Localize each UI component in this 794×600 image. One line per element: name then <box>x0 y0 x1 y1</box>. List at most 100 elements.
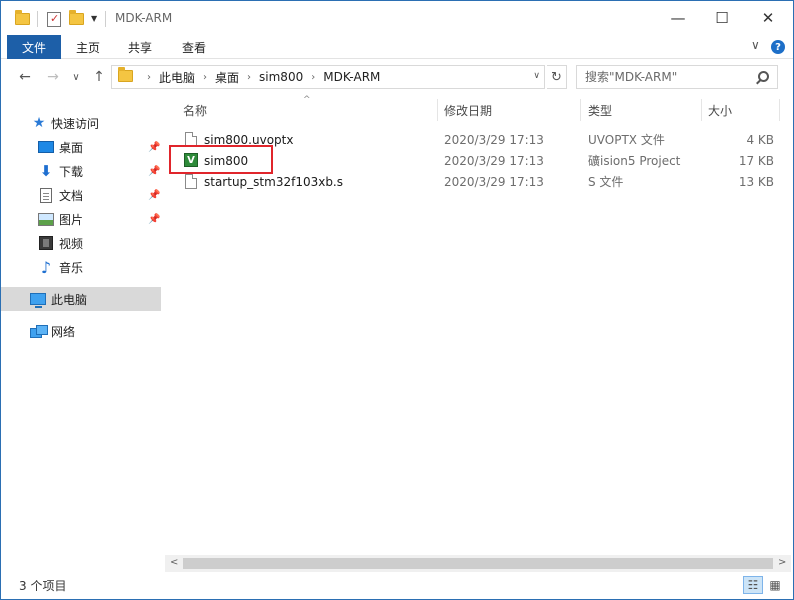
chevron-right-icon: › <box>247 71 252 83</box>
nav-label: 网络 <box>51 324 76 339</box>
nav-label: 视频 <box>59 236 84 251</box>
column-headers: 名称 修改日期 类型 大小 <box>165 99 793 121</box>
properties-icon[interactable] <box>47 10 61 28</box>
divider <box>105 11 106 27</box>
recent-locations-button[interactable]: ∨ <box>69 67 83 87</box>
nav-label: 音乐 <box>59 260 84 275</box>
network-icon <box>30 324 48 338</box>
file-row-startup-stm32f103xb[interactable]: startup_stm32f103xb.s 2020/3/29 17:13 S … <box>179 171 779 192</box>
desktop-icon <box>38 140 54 154</box>
ribbon-tabs: 文件 主页 共享 查看 ∨ ? <box>1 35 793 59</box>
nav-label: 图片 <box>59 212 84 227</box>
breadcrumb: › 此电脑 › 桌面 › sim800 › MDK-ARM <box>118 66 380 88</box>
tab-share[interactable]: 共享 <box>117 35 163 59</box>
search-input[interactable] <box>585 69 755 85</box>
file-size: 17 KB <box>738 153 774 168</box>
breadcrumb-desktop[interactable]: 桌面 <box>215 69 239 86</box>
file-icon <box>185 174 197 189</box>
breadcrumb-sim800[interactable]: sim800 <box>259 70 303 84</box>
customize-toolbar-icon[interactable]: ▼ <box>91 14 97 23</box>
minimize-button[interactable]: — <box>655 1 701 35</box>
folder-icon <box>118 66 133 85</box>
close-button[interactable]: ✕ <box>745 1 791 35</box>
help-icon[interactable]: ? <box>771 40 785 54</box>
scroll-left-icon[interactable]: < <box>170 557 178 568</box>
download-icon: ⬇ <box>39 162 53 180</box>
column-divider[interactable] <box>779 99 780 121</box>
nav-label: 文档 <box>59 188 84 203</box>
item-count: 3 个项目 <box>19 579 67 593</box>
explorer-window: ▼ MDK-ARM — ☐ ✕ 文件 主页 共享 查看 ∨ ? ← → ∨ ↑ … <box>0 0 794 600</box>
column-header-size[interactable]: 大小 <box>708 99 778 121</box>
chevron-right-icon: › <box>311 71 316 83</box>
address-row: ← → ∨ ↑ › 此电脑 › 桌面 › sim800 › MDK-ARM ∨ … <box>1 59 793 95</box>
large-icons-view-icon[interactable]: ▦ <box>765 576 785 594</box>
folder-icon <box>15 10 30 28</box>
status-bar: 3 个项目 ☷ ▦ <box>1 573 793 599</box>
breadcrumb-this-pc[interactable]: 此电脑 <box>159 69 195 86</box>
highlight-annotation-box <box>169 145 273 174</box>
address-bar[interactable]: › 此电脑 › 桌面 › sim800 › MDK-ARM ∨ <box>111 65 545 89</box>
nav-item-downloads[interactable]: ⬇ 下载 📌 <box>1 159 161 183</box>
up-button[interactable]: ↑ <box>89 67 109 87</box>
nav-label: 桌面 <box>59 140 84 155</box>
file-type: 礦ision5 Project <box>588 154 681 168</box>
nav-item-desktop[interactable]: 桌面 📌 <box>1 135 161 159</box>
pin-icon[interactable]: 📌 <box>148 190 160 201</box>
nav-item-documents[interactable]: 文档 📌 <box>1 183 161 207</box>
forward-button[interactable]: → <box>43 67 63 87</box>
column-header-name[interactable]: 名称 <box>183 99 437 121</box>
search-icon[interactable] <box>758 71 769 82</box>
file-date: 2020/3/29 17:13 <box>444 174 544 189</box>
breadcrumb-mdk-arm[interactable]: MDK-ARM <box>323 70 380 84</box>
file-size: 13 KB <box>738 174 774 189</box>
horizontal-scrollbar[interactable]: < > <box>165 555 791 572</box>
star-icon: ★ <box>32 115 46 131</box>
divider <box>37 11 38 27</box>
column-header-date[interactable]: 修改日期 <box>444 99 580 121</box>
new-folder-icon[interactable] <box>69 10 84 28</box>
maximize-button[interactable]: ☐ <box>699 1 745 35</box>
file-type: UVOPTX 文件 <box>588 133 665 147</box>
file-type: S 文件 <box>588 175 624 189</box>
pin-icon[interactable]: 📌 <box>148 166 160 177</box>
nav-quick-access[interactable]: ★ 快速访问 <box>1 111 161 135</box>
picture-icon <box>38 212 54 226</box>
nav-item-this-pc[interactable]: 此电脑 <box>1 287 161 311</box>
tab-view[interactable]: 查看 <box>171 35 217 59</box>
video-icon <box>38 236 54 250</box>
scroll-right-icon[interactable]: > <box>778 557 786 568</box>
tab-file[interactable]: 文件 <box>7 35 61 59</box>
file-name: startup_stm32f103xb.s <box>204 174 344 189</box>
file-date: 2020/3/29 17:13 <box>444 132 544 147</box>
nav-item-pictures[interactable]: 图片 📌 <box>1 207 161 231</box>
nav-label: 此电脑 <box>51 292 88 307</box>
details-view-icon[interactable]: ☷ <box>743 576 763 594</box>
address-history-icon[interactable]: ∨ <box>533 71 540 81</box>
column-divider[interactable] <box>580 99 581 121</box>
nav-item-network[interactable]: 网络 <box>1 319 161 343</box>
window-title: MDK-ARM <box>115 11 173 25</box>
nav-item-music[interactable]: ♪ 音乐 <box>1 255 161 279</box>
file-size: 4 KB <box>746 132 774 147</box>
chevron-right-icon: › <box>147 71 151 83</box>
column-divider[interactable] <box>701 99 702 121</box>
nav-label: 下载 <box>59 164 84 179</box>
computer-icon <box>30 292 46 308</box>
pin-icon[interactable]: 📌 <box>148 142 160 153</box>
expand-ribbon-icon[interactable]: ∨ <box>751 38 760 52</box>
document-icon <box>38 187 54 203</box>
column-divider[interactable] <box>437 99 438 121</box>
search-box[interactable] <box>576 65 778 89</box>
title-bar[interactable]: ▼ MDK-ARM — ☐ ✕ <box>1 1 793 35</box>
navigation-pane: ★ 快速访问 桌面 📌 ⬇ 下载 📌 文档 📌 图片 📌 视频 ♪ 音乐 此电脑… <box>1 95 163 569</box>
nav-item-videos[interactable]: 视频 <box>1 231 161 255</box>
column-header-type[interactable]: 类型 <box>588 99 700 121</box>
music-icon: ♪ <box>40 257 52 277</box>
refresh-button[interactable]: ↻ <box>547 65 567 89</box>
back-button[interactable]: ← <box>15 67 35 87</box>
pin-icon[interactable]: 📌 <box>148 214 160 225</box>
scrollbar-thumb[interactable] <box>183 558 773 569</box>
tab-home[interactable]: 主页 <box>65 35 111 59</box>
chevron-right-icon: › <box>203 71 208 83</box>
